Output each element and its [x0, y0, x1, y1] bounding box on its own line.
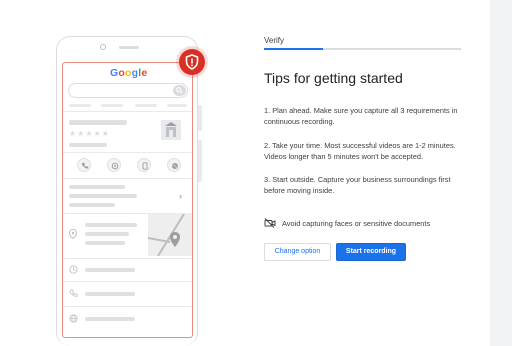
- mock-search-bar: [68, 83, 188, 98]
- phone-power-button: [198, 105, 202, 131]
- mock-tab: [135, 104, 157, 107]
- mock-tab: [69, 104, 91, 107]
- tip-item: 1. Plan ahead. Make sure you capture all…: [264, 106, 458, 126]
- phone-screen: Google ★★★★★ ›: [62, 62, 193, 338]
- placeholder-line: [85, 268, 135, 272]
- divider: [63, 306, 192, 307]
- globe-icon: [167, 158, 181, 172]
- phone-icon: [69, 289, 78, 297]
- placeholder-line: [85, 292, 135, 296]
- logo-letter: o: [125, 67, 132, 79]
- placeholder-line: [85, 241, 125, 245]
- divider: [63, 258, 192, 259]
- divider: [63, 281, 192, 282]
- mobile-icon: [137, 158, 151, 172]
- logo-letter: o: [118, 67, 125, 79]
- page-title: Tips for getting started: [264, 70, 403, 86]
- storefront-icon: [161, 120, 181, 140]
- placeholder-line: [85, 232, 129, 236]
- clock-icon: [69, 265, 78, 274]
- start-recording-button[interactable]: Start recording: [336, 243, 406, 261]
- right-gutter: [490, 0, 512, 346]
- step-label: Verify: [264, 36, 285, 45]
- placeholder-line: [69, 143, 107, 147]
- placeholder-line: [85, 223, 137, 227]
- phone-volume-button: [198, 140, 202, 182]
- phone-call-icon: [77, 158, 91, 172]
- mock-tab: [167, 104, 187, 107]
- search-icon: [173, 85, 186, 96]
- phone-speaker: [119, 46, 139, 49]
- progress-bar-fill: [264, 48, 324, 50]
- tip-item: 2. Take your time. Most successful video…: [264, 141, 456, 161]
- divider: [63, 178, 192, 179]
- no-camera-icon: [264, 218, 276, 228]
- phone-camera: [100, 44, 106, 50]
- divider: [63, 152, 192, 153]
- website-globe-icon: [69, 314, 78, 323]
- change-option-button[interactable]: Change option: [264, 243, 331, 261]
- placeholder-line: [69, 185, 125, 189]
- google-logo: Google: [110, 67, 147, 79]
- progress-bar: [264, 48, 461, 50]
- mock-tab: [101, 104, 123, 107]
- shield-alert-icon: [179, 49, 205, 75]
- divider: [63, 111, 192, 112]
- rating-stars: ★★★★★: [69, 129, 110, 138]
- placeholder-line: [69, 194, 137, 198]
- placeholder-line: [69, 120, 127, 125]
- chevron-right-icon: ›: [179, 191, 182, 201]
- map-thumbnail: [148, 214, 192, 256]
- privacy-note: Avoid capturing faces or sensitive docum…: [282, 219, 431, 228]
- directions-icon: [107, 158, 121, 172]
- placeholder-line: [69, 203, 115, 207]
- location-pin-icon: [69, 229, 77, 239]
- logo-letter: e: [141, 67, 148, 79]
- tip-item: 3. Start outside. Capture your business …: [264, 175, 451, 195]
- placeholder-line: [85, 317, 135, 321]
